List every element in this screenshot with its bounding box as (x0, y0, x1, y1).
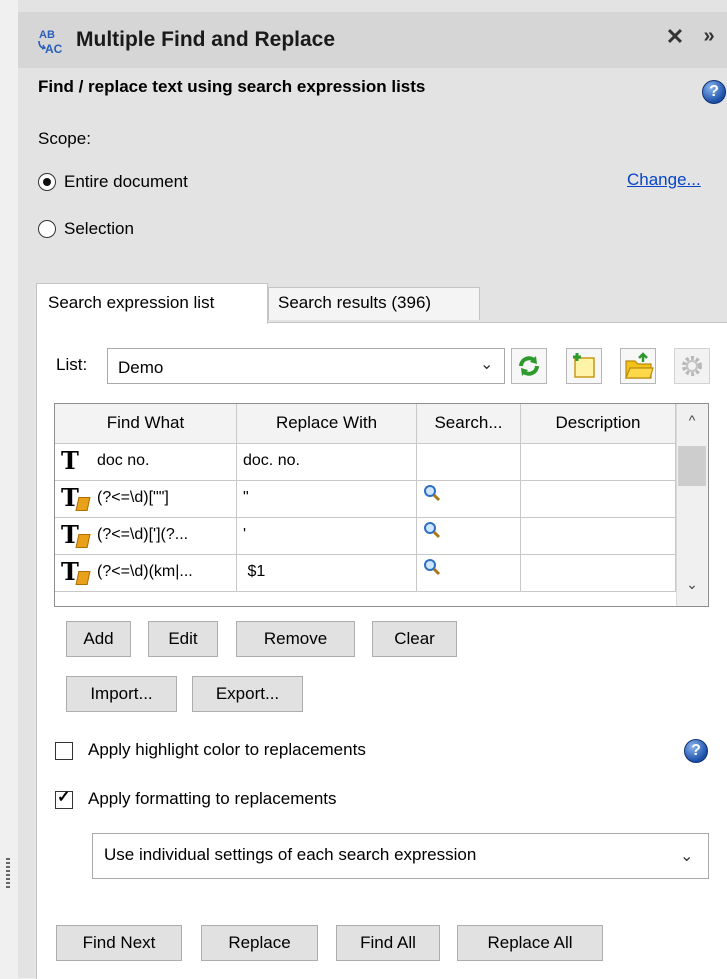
table-row[interactable]: T (?<=\d)['](?... (55, 518, 237, 555)
find-what-cell: (?<=\d)[""] (97, 489, 169, 506)
chevron-down-icon[interactable]: ⌄ (680, 846, 693, 866)
checkmark-icon: ✓ (57, 789, 71, 806)
list-dropdown[interactable] (107, 348, 505, 384)
magnifier-icon (424, 485, 441, 502)
replace-with-cell[interactable]: " (237, 481, 417, 518)
tab-search-results-label[interactable]: Search results (396) (278, 293, 431, 313)
help-icon[interactable]: ? (702, 80, 726, 104)
list-label: List: (56, 355, 88, 374)
description-cell[interactable] (521, 481, 676, 518)
resize-grip-icon[interactable] (6, 858, 10, 888)
close-icon[interactable]: ✕ (664, 25, 686, 49)
column-header-description[interactable]: Description (521, 404, 676, 444)
help-icon[interactable]: ? (684, 739, 708, 763)
pane-subtitle: Find / replace text using search express… (38, 77, 426, 96)
scope-entire-document-label[interactable]: Entire document (64, 172, 188, 192)
list-dropdown-value[interactable]: Demo (118, 358, 163, 378)
scrollbar-thumb[interactable] (678, 446, 706, 486)
magnifier-icon (424, 559, 441, 576)
find-next-button[interactable]: Find Next (56, 925, 182, 961)
search-options-cell[interactable] (417, 518, 521, 555)
import-button[interactable]: Import... (66, 676, 177, 712)
clear-button[interactable]: Clear (372, 621, 457, 657)
regex-badge-icon (75, 534, 91, 548)
column-header-replace-with[interactable]: Replace With (237, 404, 417, 444)
new-list-icon (573, 353, 595, 378)
text-icon: T (61, 446, 79, 475)
scroll-up-icon[interactable]: ^ (678, 412, 706, 436)
regex-badge-icon (75, 497, 91, 511)
scope-entire-document-radio[interactable] (38, 173, 56, 191)
replace-all-button[interactable]: Replace All (457, 925, 603, 961)
chevron-down-icon[interactable]: ⌄ (480, 354, 493, 374)
tab-search-expression-list-label[interactable]: Search expression list (48, 293, 214, 313)
scope-selection-label[interactable]: Selection (64, 219, 134, 239)
find-what-cell: (?<=\d)(km|... (97, 563, 193, 580)
regex-badge-icon (75, 571, 91, 585)
new-list-button[interactable] (566, 348, 602, 384)
magnifier-icon (424, 522, 441, 539)
replace-with-cell[interactable]: $1 (237, 555, 417, 592)
ab-ac-replace-icon: AB AC (38, 29, 63, 56)
open-folder-icon (625, 352, 654, 379)
remove-button[interactable]: Remove (236, 621, 355, 657)
find-what-cell: doc no. (97, 452, 150, 469)
column-header-search[interactable]: Search... (417, 404, 521, 444)
scope-label: Scope: (38, 129, 91, 148)
settings-button[interactable] (674, 348, 710, 384)
search-options-cell[interactable] (417, 481, 521, 518)
refresh-icon (519, 356, 539, 376)
edit-button[interactable]: Edit (148, 621, 218, 657)
replace-with-cell[interactable]: ' (237, 518, 417, 555)
expand-icon[interactable]: » (696, 25, 722, 49)
export-button[interactable]: Export... (192, 676, 303, 712)
highlight-color-label[interactable]: Apply highlight color to replacements (88, 740, 366, 760)
add-button[interactable]: Add (66, 621, 131, 657)
description-cell[interactable] (521, 444, 676, 481)
left-gutter (0, 0, 18, 978)
table-row[interactable]: T doc no. (55, 444, 237, 481)
table-row[interactable]: T (?<=\d)(km|... (55, 555, 237, 592)
column-header-find-what[interactable]: Find What (55, 404, 237, 444)
find-what-cell: (?<=\d)['](?... (97, 526, 189, 543)
description-cell[interactable] (521, 518, 676, 555)
search-options-cell[interactable] (417, 555, 521, 592)
formatting-mode-value[interactable]: Use individual settings of each search e… (104, 845, 476, 865)
settings-gear-icon (682, 356, 702, 376)
description-cell[interactable] (521, 555, 676, 592)
replace-button[interactable]: Replace (201, 925, 318, 961)
scope-selection-radio[interactable] (38, 220, 56, 238)
search-expression-grid[interactable]: Find What Replace With Search... Descrip… (54, 403, 709, 607)
open-list-button[interactable] (620, 348, 656, 384)
table-row[interactable]: T (?<=\d)[""] (55, 481, 237, 518)
highlight-color-checkbox[interactable] (55, 742, 73, 760)
svg-text:AB: AB (39, 29, 55, 41)
search-options-cell[interactable] (417, 444, 521, 481)
apply-formatting-label[interactable]: Apply formatting to replacements (88, 789, 337, 809)
replace-with-cell[interactable]: doc. no. (237, 444, 417, 481)
svg-text:AC: AC (45, 42, 63, 56)
refresh-button[interactable] (511, 348, 547, 384)
change-scope-link[interactable]: Change... (627, 170, 701, 190)
scroll-down-icon[interactable]: ⌄ (678, 576, 706, 600)
pane-title: Multiple Find and Replace (76, 28, 336, 51)
find-all-button[interactable]: Find All (336, 925, 440, 961)
